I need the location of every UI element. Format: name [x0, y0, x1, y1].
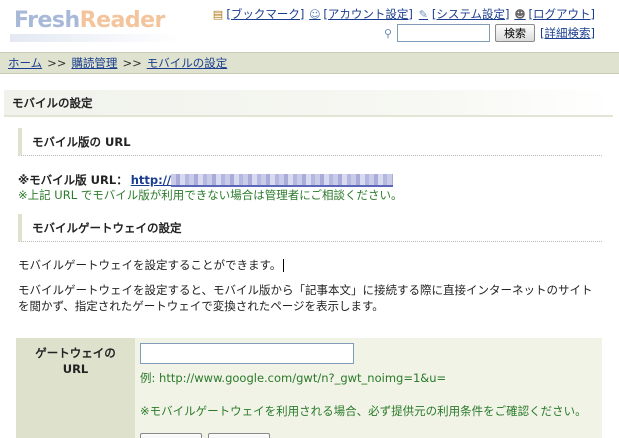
- bookmark-icon: ▤: [212, 7, 224, 21]
- mobile-url-note: ※上記 URL でモバイル版が利用できない場合は管理者にご相談ください。: [18, 188, 403, 202]
- gateway-description-text: モバイルゲートウェイを設定すると、モバイル版から「記事本文」に接続する際に直接イ…: [18, 283, 593, 313]
- system-settings-link[interactable]: ✎ [システム設定]: [417, 6, 510, 22]
- search-button[interactable]: 検索: [495, 24, 536, 42]
- logout-label: [ログアウト]: [528, 7, 595, 21]
- search-bar: ⚲ 検索 [詳細検索]: [384, 24, 595, 42]
- wrench-icon: ✎: [418, 7, 428, 21]
- account-icon: ☺: [309, 7, 321, 21]
- form-buttons: [140, 433, 270, 438]
- logo-fresh-text: Fresh: [14, 8, 80, 33]
- advanced-search-link[interactable]: [詳細検索]: [540, 25, 595, 41]
- account-settings-link[interactable]: ☺ [アカウント設定]: [308, 6, 413, 22]
- form-reset-button[interactable]: [208, 433, 270, 438]
- redacted-url: [171, 174, 394, 187]
- gateway-form: ゲートウェイの URL 例: http://www.google.com/gwt…: [16, 338, 602, 438]
- breadcrumb-separator: >>: [122, 56, 142, 70]
- gateway-intro-text: モバイルゲートウェイを設定することができます。: [18, 257, 285, 273]
- gateway-terms-note: ※モバイルゲートウェイを利用される場合、必ず提供元の利用条件をご確認ください。: [140, 404, 587, 418]
- breadcrumb-separator: >>: [47, 56, 67, 70]
- gateway-form-body: 例: http://www.google.com/gwt/n?_gwt_noim…: [135, 338, 602, 438]
- bookmark-link[interactable]: ▤ [ブックマーク]: [211, 6, 305, 22]
- mobile-url-link[interactable]: http://: [130, 173, 394, 187]
- breadcrumb-mobile-settings[interactable]: モバイルの設定: [147, 55, 228, 71]
- section-gateway-heading: モバイルゲートウェイの設定: [18, 214, 602, 242]
- mobile-url-line: ※モバイル版 URL： http://: [18, 172, 394, 188]
- section-gateway-title: モバイルゲートウェイの設定: [32, 220, 182, 235]
- logout-icon: ☻: [514, 7, 526, 21]
- mobile-url-prefix: http://: [130, 173, 172, 187]
- gateway-url-input[interactable]: [140, 343, 354, 364]
- gateway-url-label-line2: URL: [62, 362, 89, 376]
- section-mobile-url-title: モバイル版の URL: [32, 134, 131, 149]
- breadcrumb-home[interactable]: ホーム: [8, 55, 42, 71]
- logo-reflection: [10, 34, 180, 42]
- breadcrumb: ホーム >> 購読管理 >> モバイルの設定: [0, 52, 619, 74]
- fresh-reader-logo[interactable]: FreshReader: [14, 8, 165, 33]
- section-mobile-url-heading: モバイル版の URL: [18, 128, 602, 156]
- page-title-bar: モバイルの設定: [4, 90, 613, 117]
- top-navigation: ▤ [ブックマーク] ☺ [アカウント設定] ✎ [システム設定] ☻ [ログア…: [211, 6, 595, 22]
- text-cursor: [283, 259, 285, 272]
- system-settings-label: [システム設定]: [431, 7, 510, 21]
- search-input[interactable]: [397, 24, 491, 42]
- breadcrumb-subscriptions[interactable]: 購読管理: [71, 55, 117, 71]
- account-settings-label: [アカウント設定]: [323, 7, 413, 21]
- logout-link[interactable]: ☻ [ログアウト]: [514, 6, 595, 22]
- gateway-url-example: 例: http://www.google.com/gwt/n?_gwt_noim…: [140, 371, 447, 385]
- gateway-url-label: ゲートウェイの URL: [16, 338, 135, 438]
- header: FreshReader ▤ [ブックマーク] ☺ [アカウント設定] ✎ [シス…: [0, 0, 619, 50]
- search-icon: ⚲: [383, 26, 393, 40]
- mobile-url-label: ※モバイル版 URL：: [18, 173, 128, 187]
- gateway-intro-sentence: モバイルゲートウェイを設定することができます。: [18, 258, 282, 272]
- gateway-url-label-line1: ゲートウェイの: [35, 346, 116, 360]
- bookmark-label: [ブックマーク]: [226, 7, 305, 21]
- page-title: モバイルの設定: [12, 95, 93, 110]
- logo-reader-text: Reader: [79, 8, 166, 33]
- form-submit-button[interactable]: [140, 433, 202, 438]
